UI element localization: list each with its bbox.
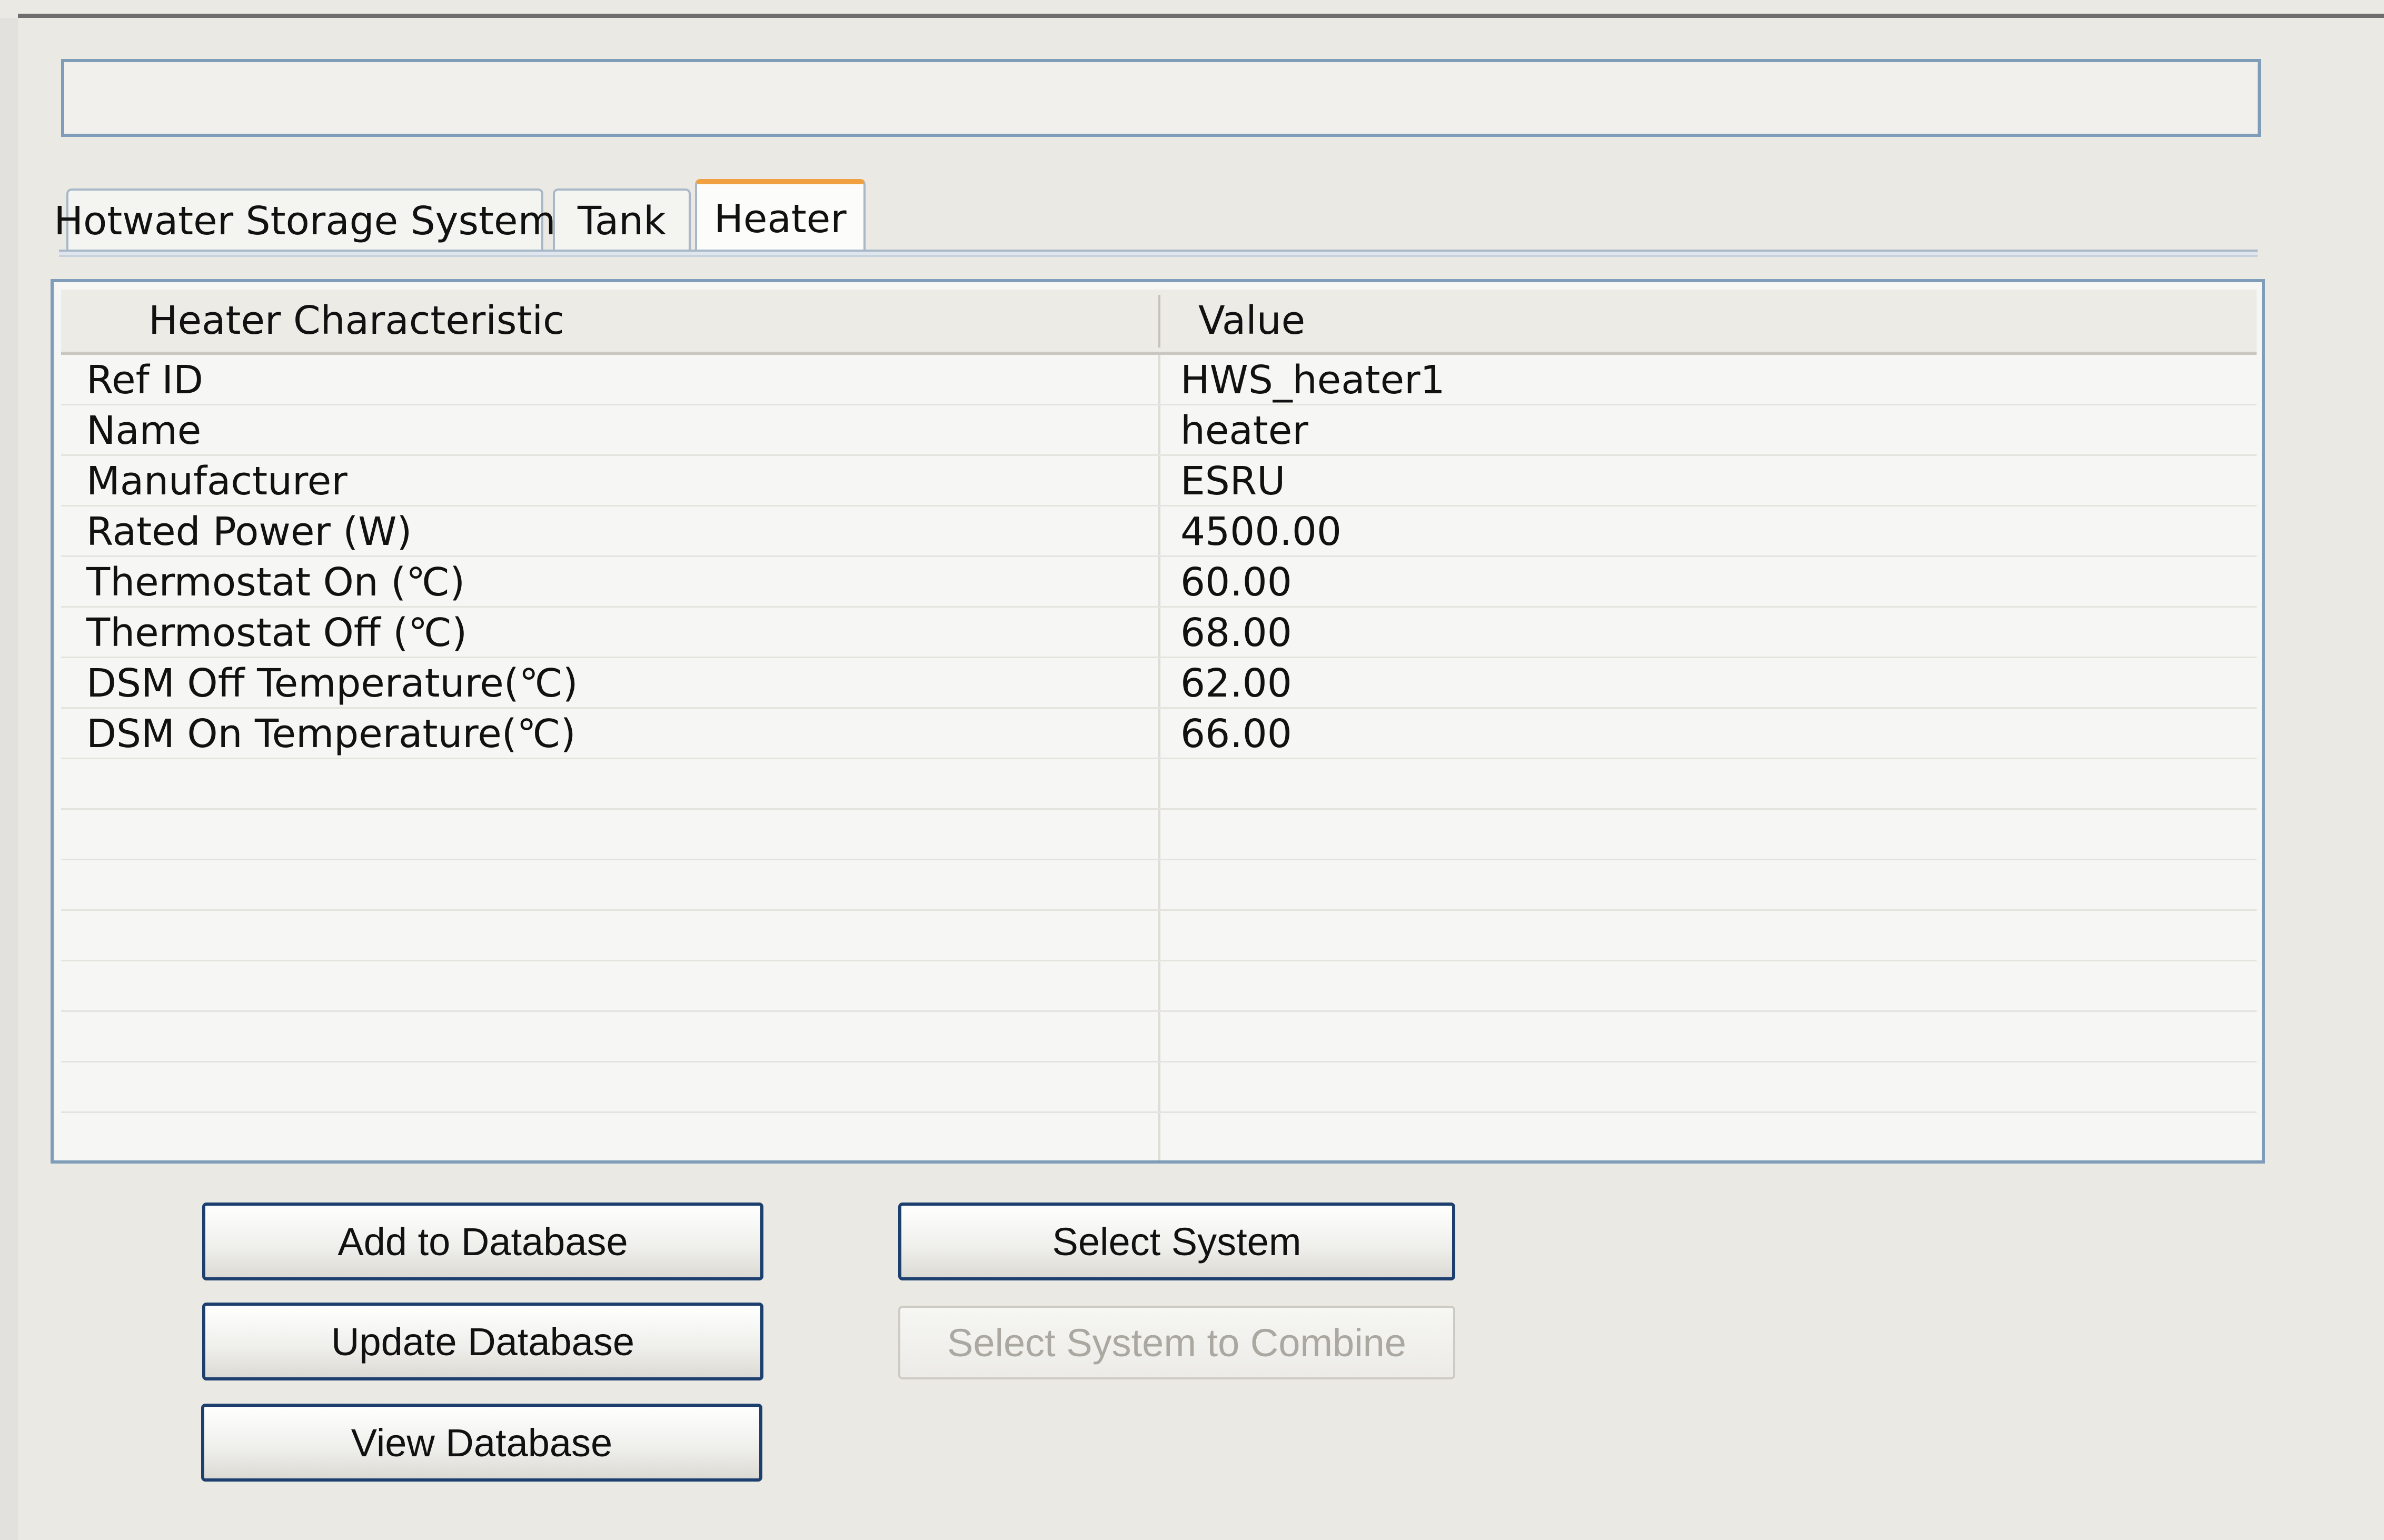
table-row[interactable]: Manufacturer ESRU bbox=[61, 456, 2257, 506]
empty-table-row[interactable] bbox=[61, 810, 2257, 860]
table-row[interactable]: Ref ID HWS_heater1 bbox=[61, 355, 2257, 405]
view-database-button[interactable]: View Database bbox=[201, 1404, 762, 1482]
select-system-to-combine-button: Select System to Combine bbox=[898, 1306, 1455, 1379]
value-cell[interactable]: ESRU bbox=[1180, 456, 1285, 506]
value-cell[interactable]: 60.00 bbox=[1180, 557, 1292, 608]
characteristic-cell: DSM Off Temperature(℃) bbox=[86, 661, 578, 706]
tab-tank[interactable]: Tank bbox=[553, 188, 691, 252]
value-cell[interactable]: 68.00 bbox=[1180, 608, 1292, 658]
title-text-field[interactable] bbox=[61, 59, 2261, 137]
column-header-characteristic[interactable]: Heater Characteristic bbox=[148, 290, 564, 352]
table-row[interactable]: Thermostat On (℃) 60.00 bbox=[61, 557, 2257, 608]
empty-table-row[interactable] bbox=[61, 759, 2257, 810]
characteristic-cell: Ref ID bbox=[86, 357, 203, 403]
empty-table-row[interactable] bbox=[61, 860, 2257, 911]
column-header-separator[interactable] bbox=[1158, 295, 1160, 347]
characteristic-cell: DSM On Temperature(℃) bbox=[86, 711, 576, 757]
value-cell[interactable]: HWS_heater1 bbox=[1180, 355, 1445, 405]
table-row[interactable]: Rated Power (W) 4500.00 bbox=[61, 506, 2257, 557]
select-system-button[interactable]: Select System bbox=[898, 1203, 1455, 1280]
column-header-value[interactable]: Value bbox=[1198, 290, 1305, 352]
heater-characteristics-table[interactable]: Heater Characteristic Value Ref ID HWS_h… bbox=[51, 279, 2265, 1164]
tab-heater[interactable]: Heater bbox=[695, 179, 866, 254]
value-cell[interactable]: 62.00 bbox=[1180, 658, 1292, 709]
window-left-edge bbox=[0, 18, 18, 1540]
characteristic-cell: Thermostat On (℃) bbox=[86, 560, 465, 605]
characteristic-cell: Thermostat Off (℃) bbox=[86, 610, 468, 655]
table-row[interactable]: DSM On Temperature(℃) 66.00 bbox=[61, 709, 2257, 759]
characteristic-cell: Rated Power (W) bbox=[86, 509, 412, 554]
value-cell[interactable]: 4500.00 bbox=[1180, 506, 1342, 557]
characteristic-cell: Name bbox=[86, 408, 202, 453]
table-header: Heater Characteristic Value bbox=[61, 290, 2257, 355]
empty-table-row[interactable] bbox=[61, 1113, 2257, 1160]
value-cell[interactable]: 66.00 bbox=[1180, 709, 1292, 759]
table-row[interactable]: DSM Off Temperature(℃) 62.00 bbox=[61, 658, 2257, 709]
empty-table-row[interactable] bbox=[61, 911, 2257, 961]
value-cell[interactable]: heater bbox=[1180, 405, 1308, 456]
empty-table-row[interactable] bbox=[61, 961, 2257, 1012]
table-row[interactable]: Thermostat Off (℃) 68.00 bbox=[61, 608, 2257, 658]
table-row[interactable]: Name heater bbox=[61, 405, 2257, 456]
tab-hotwater-storage-system[interactable]: Hotwater Storage System bbox=[54, 188, 556, 252]
update-database-button[interactable]: Update Database bbox=[202, 1303, 763, 1380]
window-top-border bbox=[18, 14, 2384, 18]
add-to-database-button[interactable]: Add to Database bbox=[202, 1203, 763, 1280]
tab-strip-baseline bbox=[59, 250, 2258, 257]
characteristic-cell: Manufacturer bbox=[86, 459, 347, 504]
empty-table-row[interactable] bbox=[61, 1062, 2257, 1113]
empty-table-row[interactable] bbox=[61, 1012, 2257, 1062]
